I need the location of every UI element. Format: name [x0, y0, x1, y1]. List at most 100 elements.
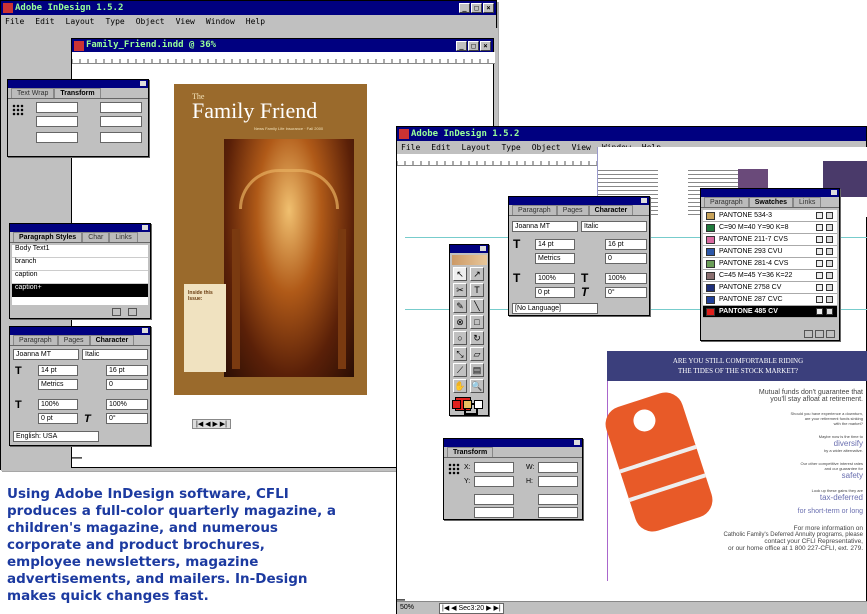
- swatch-row[interactable]: C=90 M=40 Y=90 K=8: [703, 222, 837, 234]
- language-select[interactable]: [No Language]: [512, 303, 598, 314]
- selection-tool-icon[interactable]: ↖: [453, 267, 467, 281]
- vertical-scale-field[interactable]: 100%: [535, 273, 575, 284]
- swatch-row[interactable]: PANTONE 2758 CV: [703, 282, 837, 294]
- tab-paragraph[interactable]: Paragraph: [13, 335, 58, 345]
- menu-layout[interactable]: Layout: [66, 15, 95, 28]
- tab-character[interactable]: Character: [89, 335, 135, 345]
- tab-swatches[interactable]: Swatches: [748, 197, 793, 207]
- style-item[interactable]: caption: [12, 271, 148, 284]
- scale-y-field[interactable]: [538, 494, 578, 505]
- show-all-icon[interactable]: [804, 330, 813, 338]
- scale-x-field[interactable]: [36, 132, 78, 143]
- swatch-row[interactable]: PANTONE 485 CV: [703, 306, 837, 318]
- skew-field[interactable]: 0°: [106, 413, 148, 424]
- rotate-tool-icon[interactable]: ↻: [470, 331, 484, 345]
- font-select[interactable]: Joanna MT: [13, 349, 79, 360]
- menu-type[interactable]: Type: [105, 15, 124, 28]
- front-vertical-ruler[interactable]: [397, 166, 405, 601]
- tab-paragraph[interactable]: Paragraph: [512, 205, 557, 215]
- y-field[interactable]: [36, 116, 78, 127]
- scissors-tool-icon[interactable]: ✂: [453, 283, 467, 297]
- maximize-button[interactable]: □: [471, 3, 482, 13]
- horizontal-scale-field[interactable]: 100%: [605, 273, 647, 284]
- reference-point-icon[interactable]: [448, 463, 460, 475]
- y-field[interactable]: [474, 476, 514, 487]
- direct-selection-tool-icon[interactable]: ↗: [470, 267, 484, 281]
- horizontal-scale-field[interactable]: 100%: [106, 399, 148, 410]
- style-select[interactable]: Italic: [581, 221, 647, 232]
- apply-none-icon[interactable]: [474, 400, 483, 409]
- page-number[interactable]: Sec3:20: [458, 605, 484, 612]
- pencil-tool-icon[interactable]: ✎: [453, 299, 467, 313]
- palette-header[interactable]: [444, 439, 582, 447]
- delete-style-icon[interactable]: [128, 308, 137, 316]
- tab-pages[interactable]: Pages: [556, 205, 589, 215]
- shear-tool-icon[interactable]: ▱: [470, 347, 484, 361]
- swatch-row[interactable]: PANTONE 211-7 CVS: [703, 234, 837, 246]
- apply-color-icon[interactable]: [452, 400, 461, 409]
- menu-file[interactable]: File: [401, 141, 420, 154]
- h-field[interactable]: [538, 476, 578, 487]
- swatch-row[interactable]: PANTONE 293 CVU: [703, 246, 837, 258]
- leading-field[interactable]: 16 pt: [106, 365, 148, 376]
- tab-pages[interactable]: Pages: [57, 335, 90, 345]
- style-item[interactable]: Body Text1: [12, 245, 148, 258]
- kerning-field[interactable]: Metrics: [38, 379, 78, 390]
- scale-x-field[interactable]: [474, 494, 514, 505]
- leading-field[interactable]: 16 pt: [605, 239, 647, 250]
- baseline-field[interactable]: 0 pt: [38, 413, 78, 424]
- x-field[interactable]: [36, 102, 78, 113]
- size-field[interactable]: 14 pt: [38, 365, 78, 376]
- tab-transform[interactable]: Transform: [447, 447, 494, 457]
- menu-view[interactable]: View: [176, 15, 195, 28]
- menu-object[interactable]: Object: [532, 141, 561, 154]
- h-field[interactable]: [100, 116, 142, 127]
- palette-header[interactable]: [10, 327, 150, 335]
- tab-links[interactable]: Links: [109, 232, 138, 242]
- back-nav-controls[interactable]: |◀ ◀ ▶ ▶|: [192, 419, 232, 429]
- swatch-row[interactable]: C=45 M=45 Y=36 K=22: [703, 270, 837, 282]
- tab-paragraph[interactable]: Paragraph: [704, 197, 749, 207]
- w-field[interactable]: [538, 462, 578, 473]
- language-select[interactable]: English: USA: [13, 431, 99, 442]
- tab-transform[interactable]: Transform: [54, 88, 101, 98]
- x-field[interactable]: [474, 462, 514, 473]
- scale-tool-icon[interactable]: ⤡: [453, 347, 467, 361]
- style-select[interactable]: Italic: [82, 349, 148, 360]
- swatch-row[interactable]: PANTONE 287 CVC: [703, 294, 837, 306]
- ellipse-frame-tool-icon[interactable]: ⊗: [453, 315, 467, 329]
- type-tool-icon[interactable]: T: [470, 283, 484, 297]
- doc-maximize-button[interactable]: □: [468, 41, 479, 51]
- baseline-field[interactable]: 0 pt: [535, 287, 575, 298]
- minimize-button[interactable]: _: [459, 3, 470, 13]
- delete-swatch-icon[interactable]: [826, 330, 835, 338]
- tracking-field[interactable]: 0: [605, 253, 647, 264]
- hand-tool-icon[interactable]: ✋: [453, 379, 467, 393]
- palette-header[interactable]: [701, 189, 839, 197]
- size-field[interactable]: 14 pt: [535, 239, 575, 250]
- palette-header[interactable]: [509, 197, 649, 205]
- shear-field[interactable]: [538, 507, 578, 518]
- tab-links[interactable]: Links: [793, 197, 822, 207]
- swatch-row[interactable]: PANTONE 534-3: [703, 210, 837, 222]
- eyedropper-tool-icon[interactable]: ⟋: [453, 363, 467, 377]
- skew-field[interactable]: 0°: [605, 287, 647, 298]
- gradient-tool-icon[interactable]: ▤: [470, 363, 484, 377]
- page-nav[interactable]: |◀ ◀ Sec3:20 ▶ ▶|: [439, 603, 504, 614]
- menu-edit[interactable]: Edit: [35, 15, 54, 28]
- palette-header[interactable]: [10, 224, 150, 232]
- menu-file[interactable]: File: [5, 15, 24, 28]
- style-item[interactable]: branch: [12, 258, 148, 271]
- new-style-icon[interactable]: [112, 308, 121, 316]
- menu-edit[interactable]: Edit: [431, 141, 450, 154]
- font-select[interactable]: Joanna MT: [512, 221, 578, 232]
- menu-type[interactable]: Type: [501, 141, 520, 154]
- tracking-field[interactable]: 0: [106, 379, 148, 390]
- close-button[interactable]: ×: [483, 3, 494, 13]
- vertical-scale-field[interactable]: 100%: [38, 399, 78, 410]
- doc-minimize-button[interactable]: _: [456, 41, 467, 51]
- ellipse-tool-icon[interactable]: ○: [453, 331, 467, 345]
- horizontal-ruler[interactable]: [72, 52, 495, 64]
- rotate-field[interactable]: [474, 507, 514, 518]
- tab-character[interactable]: Character: [588, 205, 634, 215]
